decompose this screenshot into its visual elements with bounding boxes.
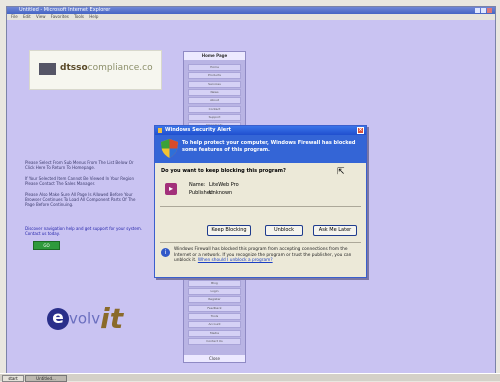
- nav-menu-item[interactable]: Products: [188, 72, 241, 80]
- menu-favorites[interactable]: Favorites: [51, 14, 69, 19]
- dialog-title: Windows Security Alert: [165, 127, 232, 133]
- shield-small-icon: [158, 128, 162, 133]
- name-value: LiteWeb Pro: [209, 182, 239, 188]
- logo-text: dtssocompliance.co: [60, 63, 153, 73]
- ask-later-button[interactable]: Ask Me Later: [313, 225, 357, 236]
- program-icon: ▸: [165, 183, 177, 195]
- logo-main: dtsso: [60, 63, 88, 73]
- nav-menu-item[interactable]: Blog: [188, 279, 241, 287]
- nav-menu-item[interactable]: About: [188, 97, 241, 105]
- close-window-button[interactable]: [487, 8, 492, 13]
- divider: [160, 206, 361, 207]
- dialog-titlebar[interactable]: Windows Security Alert ×: [155, 126, 366, 135]
- nav-menu-item[interactable]: Account: [188, 321, 241, 329]
- shield-icon: [161, 139, 178, 158]
- nav-menu-item[interactable]: Home: [188, 64, 241, 71]
- nav-menu-item[interactable]: Contact Us: [188, 337, 241, 345]
- nav-menu-item[interactable]: Register: [188, 296, 241, 304]
- keep-blocking-button[interactable]: Keep Blocking: [207, 225, 251, 236]
- nav-menu-item[interactable]: Services: [188, 80, 241, 88]
- menu-help[interactable]: Help: [89, 14, 98, 19]
- nav-menu-header[interactable]: Home Page: [184, 52, 245, 60]
- publisher-value: Unknown: [209, 190, 233, 196]
- menu-view[interactable]: View: [36, 14, 46, 19]
- window-controls: [475, 8, 492, 13]
- brand-end: it: [100, 302, 124, 335]
- dialog-banner: To help protect your computer, Windows F…: [155, 135, 366, 163]
- dialog-info: Windows Firewall has blocked this progra…: [174, 247, 360, 264]
- nav-menu-item[interactable]: Tools: [188, 313, 241, 320]
- evolvit-logo[interactable]: e volvit: [47, 302, 123, 342]
- maximize-button[interactable]: [481, 8, 486, 13]
- help-link[interactable]: Discover navigation help and get support…: [25, 226, 143, 236]
- dialog-close-button[interactable]: ×: [357, 127, 364, 134]
- region-paragraph: If Your Selected Item Cannot Be Viewed I…: [25, 176, 134, 186]
- site-logo[interactable]: dtssocompliance.co: [29, 50, 162, 90]
- dialog-banner-text: To help protect your computer, Windows F…: [182, 140, 356, 153]
- unblock-help-link[interactable]: When should I unblock a program?: [198, 258, 273, 263]
- menu-edit[interactable]: Edit: [23, 14, 31, 19]
- unblock-button[interactable]: Unblock: [265, 225, 303, 236]
- logo-mark-icon: [39, 63, 56, 75]
- brand-e: e: [47, 307, 69, 330]
- minimize-button[interactable]: [475, 8, 480, 13]
- window-titlebar[interactable]: Untitled - Microsoft Internet Explorer: [7, 7, 495, 14]
- nav-menu-item[interactable]: News: [188, 88, 241, 96]
- go-button[interactable]: GO: [33, 241, 60, 250]
- browser-paragraph: Please Also Make Sure All Page Is Allowe…: [25, 192, 136, 207]
- nav-menu-item[interactable]: Feedback: [188, 304, 241, 312]
- window-title: Untitled - Microsoft Internet Explorer: [19, 7, 111, 13]
- divider: [160, 242, 361, 243]
- nav-menu-item[interactable]: Login: [188, 288, 241, 296]
- brand-mid: volv: [69, 309, 101, 328]
- mouse-cursor-icon: ⇱: [337, 167, 345, 177]
- nav-menu-item[interactable]: Support: [188, 113, 241, 121]
- name-label: Name:: [189, 182, 206, 188]
- nav-menu-item[interactable]: Media: [188, 329, 241, 337]
- menu-file[interactable]: File: [11, 14, 18, 19]
- publisher-field: Publisher:Unknown: [189, 190, 232, 196]
- menu-tools[interactable]: Tools: [74, 14, 84, 19]
- dialog-question: Do you want to keep blocking this progra…: [161, 168, 286, 174]
- info-icon: i: [161, 248, 170, 257]
- intro-paragraph: Please Select From Sub Menus From The Li…: [25, 160, 134, 170]
- nav-menu-footer[interactable]: Close: [184, 355, 245, 362]
- name-field: Name: LiteWeb Pro: [189, 182, 239, 188]
- security-alert-dialog: Windows Security Alert × To help protect…: [154, 125, 367, 278]
- logo-light: compliance.co: [87, 63, 153, 73]
- publisher-label: Publisher:: [189, 190, 214, 196]
- nav-menu-item[interactable]: Contact: [188, 105, 241, 113]
- taskbar: start Untitled...: [0, 373, 500, 382]
